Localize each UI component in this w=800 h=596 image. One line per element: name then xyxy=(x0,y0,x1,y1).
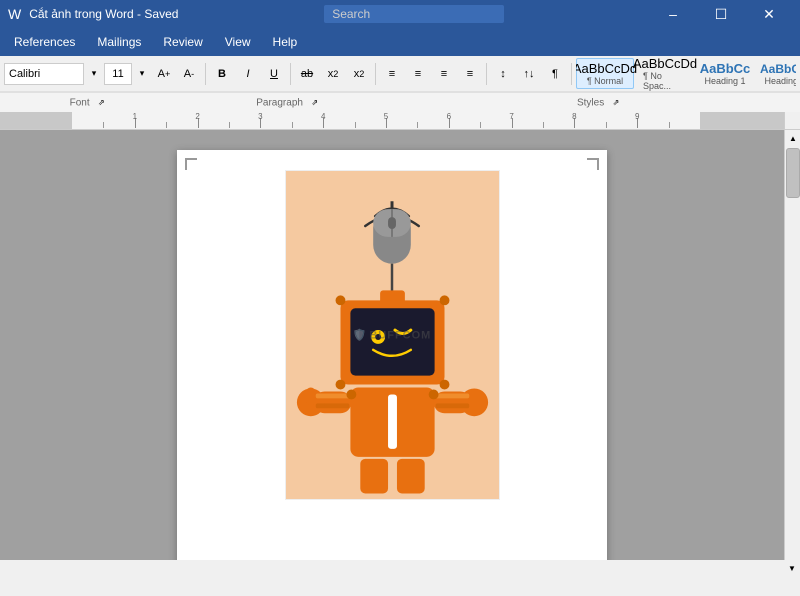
page: 🛡️ BUFFCOM xyxy=(177,150,607,560)
minimize-button[interactable]: – xyxy=(650,0,696,28)
font-group: ▾ ▾ A+ A- xyxy=(4,63,201,85)
increase-font-btn[interactable]: A+ xyxy=(152,63,176,85)
separator1 xyxy=(205,63,206,85)
window-controls: – ☐ ✕ xyxy=(650,0,792,28)
style-h1-label: Heading 1 xyxy=(704,76,745,86)
page-corner-tr xyxy=(587,158,599,170)
line-spacing-btn[interactable]: ↕ xyxy=(491,63,515,85)
style-normal[interactable]: AaBbCcDd ¶ Normal xyxy=(576,58,634,89)
style-normal-preview: AaBbCcDd xyxy=(576,61,637,76)
style-h1-preview: AaBbCc xyxy=(700,61,751,76)
styles-section: AaBbCcDd ¶ Normal AaBbCcDd ¶ No Spac... … xyxy=(576,44,796,104)
ruler-scroll xyxy=(784,112,800,129)
decrease-font-btn[interactable]: A- xyxy=(177,63,201,85)
font-name-input[interactable] xyxy=(4,63,84,85)
align-justify-btn[interactable]: ≡ xyxy=(458,63,482,85)
watermark-text: BUFFCOM xyxy=(369,329,431,341)
style-h2-preview: AaBbCcI xyxy=(760,62,796,76)
menu-view[interactable]: View xyxy=(215,31,261,53)
scroll-up-btn[interactable]: ▲ xyxy=(785,130,800,146)
bold-btn[interactable]: B xyxy=(210,63,234,85)
align-left-btn[interactable]: ≡ xyxy=(380,63,404,85)
font-size-input[interactable] xyxy=(104,63,132,85)
close-button[interactable]: ✕ xyxy=(746,0,792,28)
group-font-label: Font ⇗ xyxy=(4,96,174,110)
vertical-scrollbar[interactable]: ▲ ▼ xyxy=(784,130,800,560)
menu-help[interactable]: Help xyxy=(263,31,308,53)
menu-references[interactable]: References xyxy=(4,31,85,53)
group-paragraph-label: Paragraph ⇗ xyxy=(174,96,404,110)
font-size-dropdown[interactable]: ▾ xyxy=(133,65,151,83)
ribbon-groups: Font ⇗ Paragraph ⇗ Styles ⇗ xyxy=(0,92,800,112)
subscript-btn[interactable]: x2 xyxy=(321,63,345,85)
menu-review[interactable]: Review xyxy=(153,31,212,53)
word-icon: W xyxy=(8,6,21,22)
align-center-btn[interactable]: ≡ xyxy=(406,63,430,85)
separator3 xyxy=(375,63,376,85)
title-bar-title: Cắt ảnh trong Word - Saved xyxy=(29,7,178,21)
underline-btn[interactable]: U xyxy=(262,63,286,85)
style-h2-label: Heading 2 xyxy=(764,76,796,86)
superscript-btn[interactable]: x2 xyxy=(347,63,371,85)
italic-btn[interactable]: I xyxy=(236,63,260,85)
strikethrough-btn[interactable]: ab xyxy=(295,63,319,85)
separator4 xyxy=(486,63,487,85)
styles-dialog-btn[interactable]: ⇗ xyxy=(609,96,623,110)
style-h1[interactable]: AaBbCc Heading 1 xyxy=(696,58,754,89)
watermark: 🛡️ BUFFCOM xyxy=(353,329,432,342)
page-content: 🛡️ BUFFCOM xyxy=(197,170,587,550)
paragraph-dialog-btn[interactable]: ⇗ xyxy=(308,96,322,110)
maximize-button[interactable]: ☐ xyxy=(698,0,744,28)
ruler: 1 2 3 4 5 6 7 8 9 xyxy=(0,112,800,130)
ruler-gray-left xyxy=(0,112,72,129)
robot-image[interactable]: 🛡️ BUFFCOM xyxy=(285,170,500,500)
separator5 xyxy=(571,63,572,85)
title-bar: W Cắt ảnh trong Word - Saved – ☐ ✕ xyxy=(0,0,800,28)
title-bar-left: W Cắt ảnh trong Word - Saved xyxy=(8,6,178,22)
ruler-white[interactable]: 1 2 3 4 5 6 7 8 9 xyxy=(72,112,700,129)
group-styles-label: Styles ⇗ xyxy=(404,96,796,110)
scrollbar-thumb[interactable] xyxy=(786,148,800,198)
doc-content: 🛡️ BUFFCOM xyxy=(0,130,784,560)
align-right-btn[interactable]: ≡ xyxy=(432,63,456,85)
page-corner-tl xyxy=(185,158,197,170)
sort-btn[interactable]: ↑↓ xyxy=(517,63,541,85)
style-nospace[interactable]: AaBbCcDd ¶ No Spac... xyxy=(636,53,694,94)
watermark-icon: 🛡️ xyxy=(353,329,367,342)
ribbon-row1: ▾ ▾ A+ A- B I U ab x2 x2 ≡ ≡ ≡ ≡ ↕ ↑↓ ¶ … xyxy=(0,56,800,92)
separator2 xyxy=(290,63,291,85)
show-formatting-btn[interactable]: ¶ xyxy=(543,63,567,85)
doc-area: 🛡️ BUFFCOM xyxy=(0,130,800,560)
font-dialog-btn[interactable]: ⇗ xyxy=(94,96,108,110)
style-normal-label: ¶ Normal xyxy=(587,76,623,86)
menu-mailings[interactable]: Mailings xyxy=(87,31,151,53)
style-h2[interactable]: AaBbCcI Heading 2 xyxy=(756,59,796,89)
font-name-dropdown[interactable]: ▾ xyxy=(85,65,103,83)
style-nospace-preview: AaBbCcDd xyxy=(633,56,697,71)
style-nospace-label: ¶ No Spac... xyxy=(643,71,687,91)
search-input[interactable] xyxy=(324,5,504,23)
